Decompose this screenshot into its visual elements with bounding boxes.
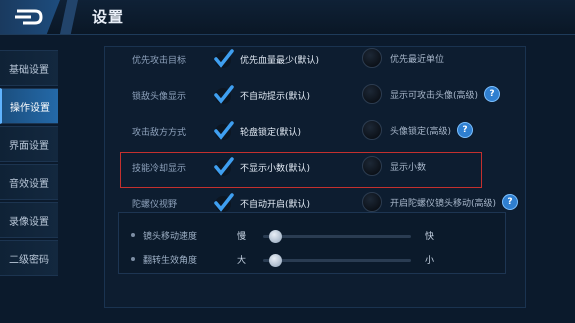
slider-min-label: 慢 (237, 232, 247, 242)
move-speed-slider[interactable] (263, 230, 411, 243)
slider-max-label: 快 (425, 232, 435, 242)
sidebar: 基础设置 操作设置 界面设置 音效设置 录像设置 二级密码 (0, 50, 58, 278)
radio-off-icon (362, 120, 382, 140)
checkmark-icon (214, 85, 234, 104)
radio-off-icon (362, 48, 382, 68)
setting-label: 优先攻击目标 (132, 56, 187, 66)
sidebar-item-controls[interactable]: 操作设置 (0, 88, 58, 124)
option-no-auto-hint[interactable]: 不自动提示(默认) (212, 84, 310, 106)
checkmark-icon (214, 157, 234, 176)
sidebar-item-label: 二级密码 (9, 254, 49, 266)
setting-row-attack-target: 优先攻击目标 优先血量最少(默认) 优先最近单位 (104, 44, 524, 78)
option-label: 不自动开启(默认) (240, 199, 311, 210)
sidebar-item-basic[interactable]: 基础设置 (0, 50, 58, 86)
option-label: 开启陀螺仪镜头移动(高级) (390, 198, 497, 209)
radio-off-icon (362, 84, 382, 104)
option-label: 显示小数 (390, 162, 427, 173)
help-icon[interactable]: ? (457, 122, 474, 138)
setting-label: 锁敌头像显示 (132, 92, 187, 102)
setting-row-cooldown: 技能冷却显示 不显示小数(默认) 显示小数 (104, 152, 524, 186)
flip-angle-slider[interactable] (263, 254, 411, 267)
help-icon[interactable]: ? (502, 194, 519, 210)
option-attack-lowest-hp[interactable]: 优先血量最少(默认) (212, 48, 319, 70)
slider-max-label: 小 (425, 256, 435, 266)
header-bar: 设置 (0, 0, 575, 35)
option-wheel-lock[interactable]: 轮盘锁定(默认) (212, 120, 301, 142)
option-avatar-lock[interactable]: 头像锁定(高级) ? (362, 120, 474, 140)
option-label: 不显示小数(默认) (240, 163, 311, 174)
option-show-attackable-avatar[interactable]: 显示可攻击头像(高级) ? (362, 84, 501, 104)
header-stripe (60, 0, 78, 34)
sidebar-item-label: 音效设置 (9, 178, 49, 190)
option-gyro-off[interactable]: 不自动开启(默认) (212, 192, 310, 214)
option-label: 不自动提示(默认) (240, 91, 311, 102)
radio-off-icon (362, 192, 382, 212)
sidebar-item-label: 界面设置 (9, 140, 49, 152)
slider-thumb[interactable] (268, 230, 282, 243)
slider-row-flip-angle: 翻转生效角度 大 小 (119, 249, 505, 271)
option-label: 显示可攻击头像(高级) (390, 90, 479, 101)
sidebar-item-label: 录像设置 (9, 216, 49, 228)
slider-label: 翻转生效角度 (143, 256, 198, 266)
option-label: 轮盘锁定(默认) (240, 127, 302, 138)
sidebar-item-label: 基础设置 (9, 64, 49, 76)
option-gyro-on[interactable]: 开启陀螺仪镜头移动(高级) ? (362, 192, 519, 212)
radio-off-icon (362, 156, 382, 176)
sidebar-item-label: 操作设置 (10, 102, 50, 114)
sidebar-item-interface[interactable]: 界面设置 (0, 126, 58, 162)
option-attack-nearest[interactable]: 优先最近单位 (362, 48, 444, 68)
page-title: 设置 (92, 8, 125, 26)
slider-label: 镜头移动速度 (143, 232, 198, 242)
sidebar-item-replay[interactable]: 录像设置 (0, 202, 58, 238)
sidebar-item-sound[interactable]: 音效设置 (0, 164, 58, 200)
help-icon[interactable]: ? (484, 86, 501, 102)
option-show-decimals[interactable]: 显示小数 (362, 156, 426, 176)
slider-thumb[interactable] (268, 254, 282, 267)
setting-row-attack-mode: 攻击敌方方式 轮盘锁定(默认) 头像锁定(高级) ? (104, 116, 524, 150)
setting-label: 技能冷却显示 (132, 164, 187, 174)
setting-label: 陀螺仪视野 (132, 200, 178, 210)
back-logo-icon (15, 9, 43, 25)
option-label: 优先最近单位 (390, 54, 445, 65)
setting-row-lock-avatar: 锁敌头像显示 不自动提示(默认) 显示可攻击头像(高级) ? (104, 80, 524, 114)
gyro-subpanel: 镜头移动速度 慢 快 翻转生效角度 大 小 (118, 212, 506, 274)
bullet-icon (131, 233, 135, 237)
slider-min-label: 大 (237, 256, 247, 266)
sidebar-item-password[interactable]: 二级密码 (0, 240, 58, 276)
checkmark-icon (214, 193, 234, 212)
bullet-icon (131, 257, 135, 261)
setting-label: 攻击敌方方式 (132, 128, 187, 138)
checkmark-icon (214, 121, 234, 140)
option-hide-decimals[interactable]: 不显示小数(默认) (212, 156, 310, 178)
slider-row-move-speed: 镜头移动速度 慢 快 (119, 225, 505, 247)
back-button[interactable] (0, 0, 60, 34)
option-label: 优先血量最少(默认) (240, 55, 320, 66)
option-label: 头像锁定(高级) (390, 126, 452, 137)
checkmark-icon (214, 49, 234, 68)
